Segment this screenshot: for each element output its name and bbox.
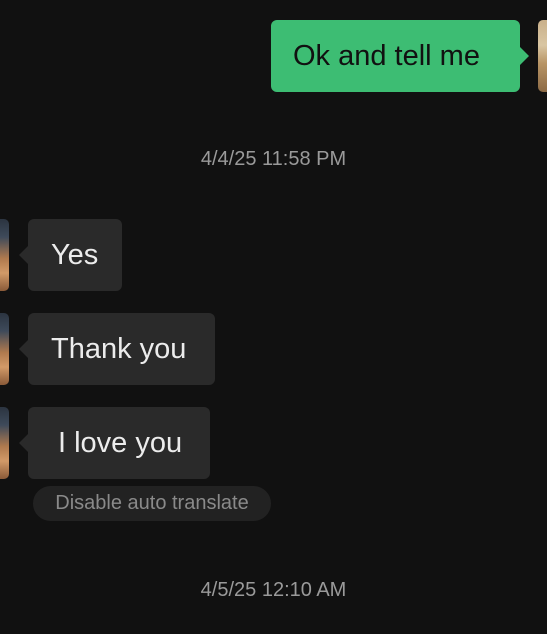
outgoing-message-bubble[interactable]: Ok and tell me — [271, 20, 529, 92]
incoming-message-bubble[interactable]: Yes — [19, 219, 122, 291]
chat-thread: Ok and tell me 4/4/25 11:58 PM Yes Thank… — [0, 0, 547, 634]
incoming-message-bubble[interactable]: I love you — [19, 407, 210, 479]
contact-avatar[interactable] — [0, 407, 9, 479]
incoming-message-text: Thank you — [51, 333, 187, 365]
incoming-message-text: I love you — [58, 427, 183, 459]
incoming-message-text: Yes — [51, 239, 99, 271]
contact-avatar[interactable] — [0, 219, 9, 291]
disable-auto-translate-button[interactable]: Disable auto translate — [33, 486, 271, 521]
my-avatar[interactable] — [538, 20, 547, 92]
incoming-message-bubble[interactable]: Thank you — [19, 313, 215, 385]
message-timestamp: 4/5/25 12:10 AM — [200, 579, 347, 601]
outgoing-message-text: Ok and tell me — [293, 40, 480, 72]
contact-avatar[interactable] — [0, 313, 9, 385]
message-timestamp: 4/4/25 11:58 PM — [200, 148, 347, 170]
